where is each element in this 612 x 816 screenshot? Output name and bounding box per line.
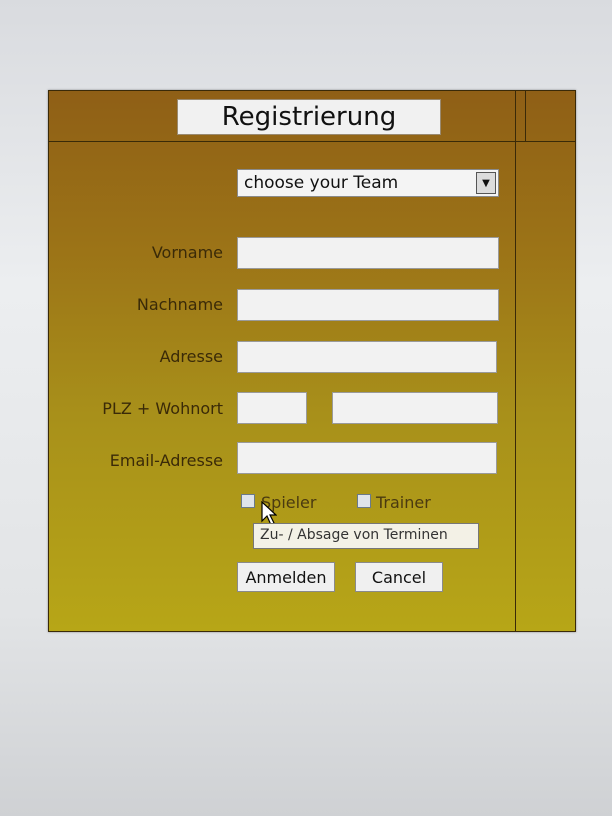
wohnort-field[interactable] [332, 392, 498, 424]
header-column-divider [525, 91, 526, 141]
header-divider [49, 141, 575, 142]
chevron-down-icon[interactable]: ▼ [476, 172, 496, 194]
plz-field[interactable] [237, 392, 307, 424]
trainer-label: Trainer [376, 493, 431, 512]
tooltip: Zu- / Absage von Terminen [253, 523, 479, 549]
trainer-checkbox[interactable] [357, 494, 371, 508]
vorname-label: Vorname [151, 243, 223, 262]
team-select-value: choose your Team [244, 173, 399, 193]
adresse-field[interactable] [237, 341, 497, 373]
vorname-field[interactable] [237, 237, 499, 269]
team-select[interactable]: choose your Team ▼ [237, 169, 499, 197]
anmelden-button[interactable]: Anmelden [237, 562, 335, 592]
email-field[interactable] [237, 442, 497, 474]
right-column-divider [515, 91, 516, 631]
email-label: Email-Adresse [109, 451, 223, 470]
adresse-label: Adresse [159, 347, 223, 366]
registration-panel: Registrierung choose your Team ▼ Vorname… [48, 90, 576, 632]
cancel-button[interactable]: Cancel [355, 562, 443, 592]
page-title: Registrierung [177, 99, 441, 135]
spieler-checkbox[interactable] [241, 494, 255, 508]
nachname-label: Nachname [136, 295, 223, 314]
nachname-field[interactable] [237, 289, 499, 321]
plz-wohnort-label: PLZ + Wohnort [102, 399, 223, 418]
